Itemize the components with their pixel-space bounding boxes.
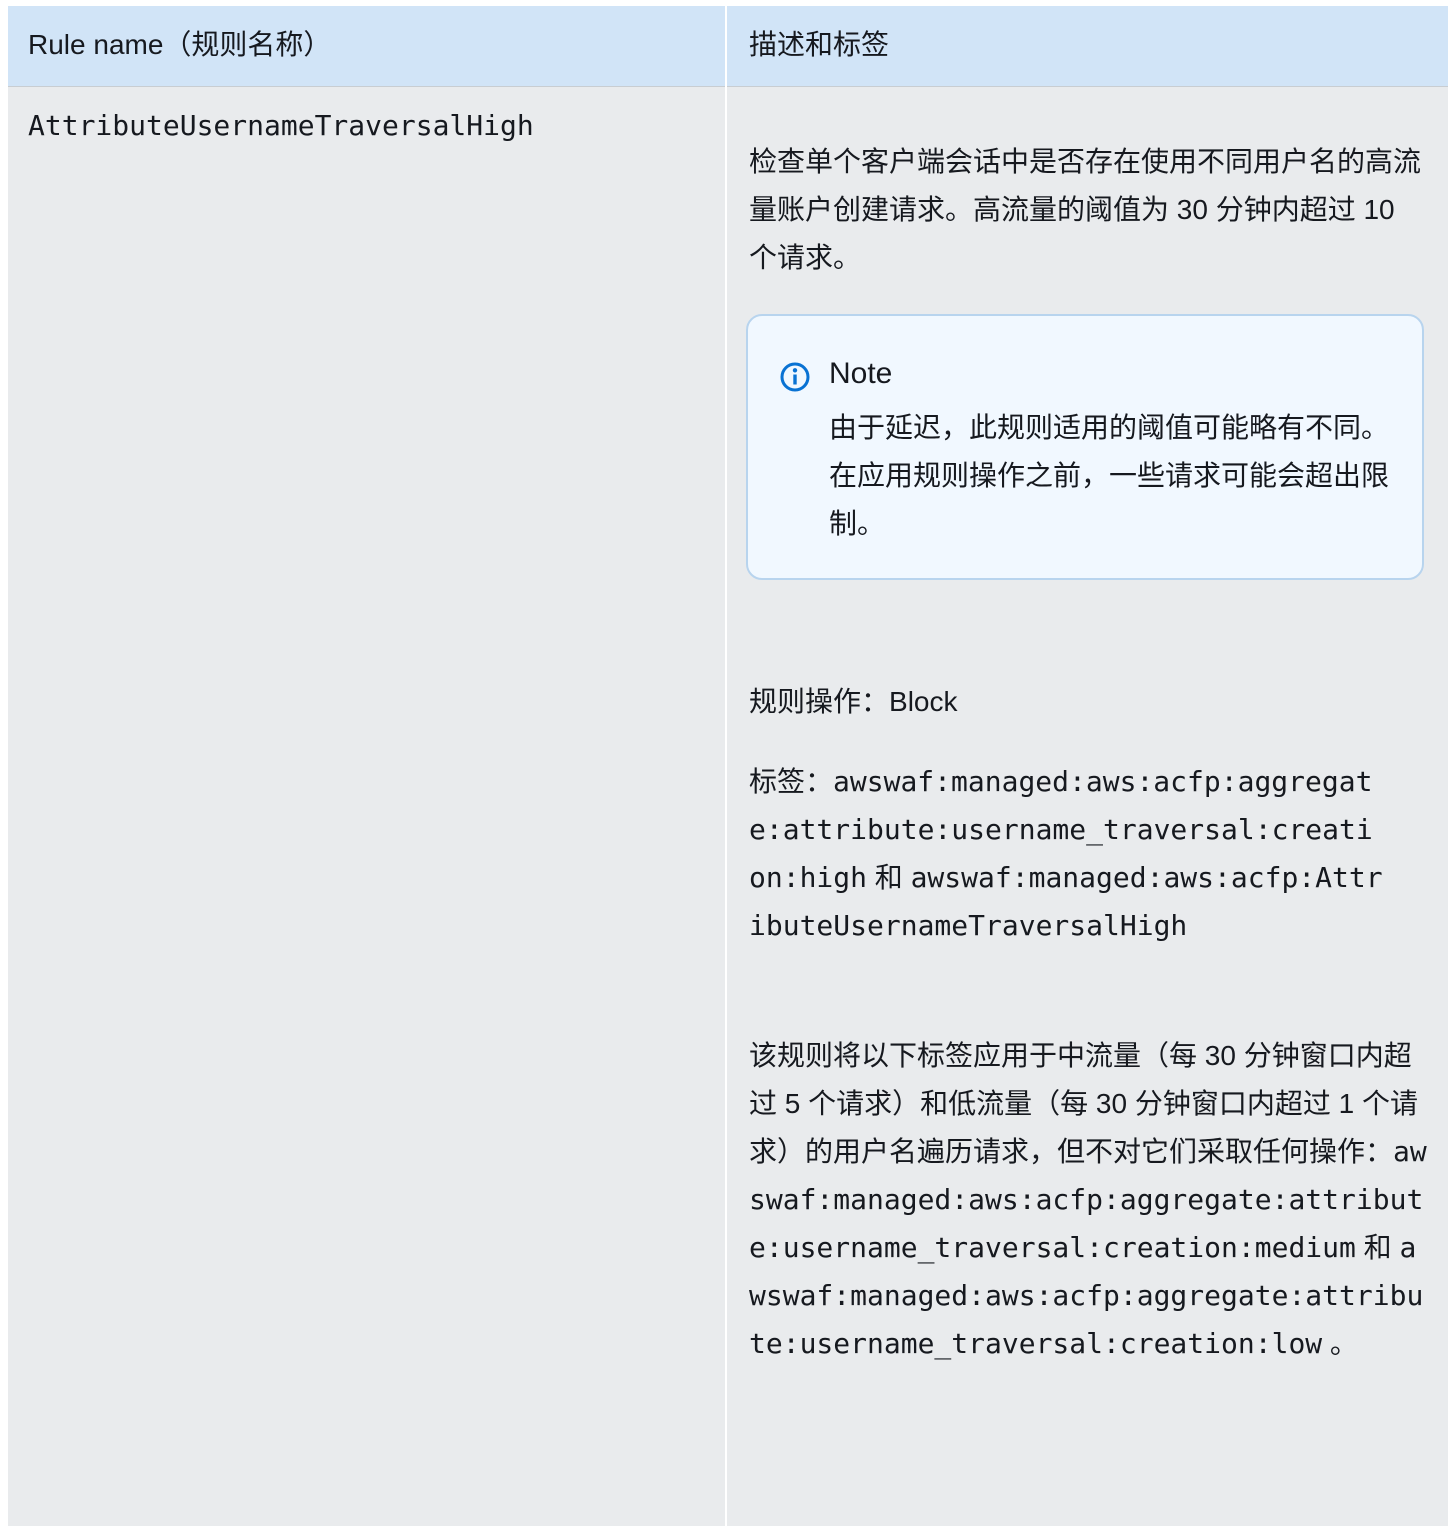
rules-table: Rule name（规则名称） 描述和标签 AttributeUsernameT…	[8, 6, 1448, 1526]
labels-prefix: 标签：	[749, 766, 834, 797]
rule-name-cell: AttributeUsernameTraversalHigh	[28, 109, 534, 142]
header-rule-name: Rule name（规则名称）	[28, 29, 332, 60]
rule-labels: 标签：awswaf:managed:aws:acfp:aggregate:att…	[749, 758, 1389, 950]
additional-labels-joiner: 和	[1355, 1232, 1400, 1263]
column-divider	[725, 6, 727, 1526]
note-callout: Note 由于延迟，此规则适用的阈值可能略有不同。在应用规则操作之前，一些请求可…	[746, 314, 1424, 580]
additional-labels-end: 。	[1322, 1328, 1358, 1359]
header-description-labels: 描述和标签	[749, 29, 890, 60]
labels-joiner: 和	[867, 862, 911, 893]
note-body: 由于延迟，此规则适用的阈值可能略有不同。在应用规则操作之前，一些请求可能会超出限…	[829, 412, 1390, 539]
rule-action: 规则操作：Block	[749, 678, 1429, 726]
table-header: Rule name（规则名称） 描述和标签	[8, 6, 1448, 87]
rule-action-prefix: 规则操作：	[749, 686, 890, 717]
additional-labels-text: 该规则将以下标签应用于中流量（每 30 分钟窗口内超过 5 个请求）和低流量（每…	[749, 1040, 1418, 1167]
note-title: Note	[829, 357, 893, 390]
rule-action-value: Block	[889, 686, 958, 717]
additional-labels: 该规则将以下标签应用于中流量（每 30 分钟窗口内超过 5 个请求）和低流量（每…	[749, 1032, 1429, 1368]
info-icon	[780, 362, 810, 392]
rule-description: 检查单个客户端会话中是否存在使用不同用户名的高流量账户创建请求。高流量的阈值为 …	[749, 146, 1422, 273]
